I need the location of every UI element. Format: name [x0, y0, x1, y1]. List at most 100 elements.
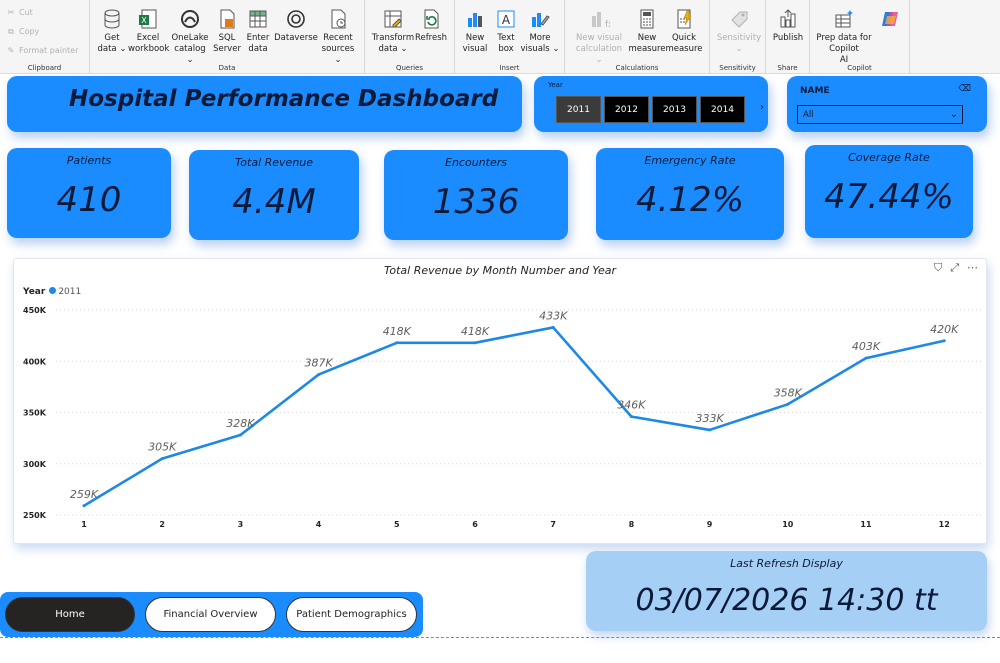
copilot-group: Prep data for Copilot AI Copilot [810, 0, 910, 74]
svg-text:X: X [141, 16, 147, 25]
excel-workbook-button[interactable]: X Excel workbook [128, 8, 169, 55]
year-option-2013[interactable]: 2013 [652, 96, 697, 123]
name-slicer: NAME ⌫ All ⌄ [787, 76, 987, 132]
more-options-icon[interactable]: ⋯ [967, 261, 978, 274]
kpi-value: 4.4M [232, 182, 316, 222]
dataverse-button[interactable]: Dataverse [274, 8, 318, 44]
year-slicer: Year 2011 2012 2013 2014 › [534, 76, 768, 132]
sensitivity-button[interactable]: Sensitivity ⌄ [716, 8, 762, 55]
data-group-label: Data [218, 64, 236, 72]
quick-measure-button[interactable]: Quick measure [664, 8, 704, 55]
y-tick-label: 450K [23, 306, 47, 315]
scissors-icon: ✂ [7, 8, 15, 17]
x-tick-label: 5 [394, 520, 400, 529]
data-label: 333K [695, 412, 724, 425]
sensitivity-group: Sensitivity ⌄ Sensitivity [710, 0, 766, 74]
refresh-button[interactable]: Refresh [411, 8, 451, 44]
copy-icon: ⧉ [8, 27, 14, 36]
database-icon [104, 9, 120, 29]
refresh-icon [424, 9, 439, 29]
nav-home-button[interactable]: Home [5, 597, 135, 632]
x-tick-label: 12 [939, 520, 950, 529]
nav-financial-overview-button[interactable]: Financial Overview [145, 597, 276, 632]
new-measure-button[interactable]: New measure [627, 8, 667, 55]
sensitivity-label-2: ⌄ [735, 44, 743, 54]
svg-text:fx: fx [605, 20, 610, 30]
prep-data-copilot-button[interactable]: Prep data for Copilot AI [814, 8, 874, 66]
nav-patient-demographics-button[interactable]: Patient Demographics [286, 597, 417, 632]
focus-mode-icon[interactable]: ⤢ [950, 261, 959, 274]
get-data-button[interactable]: Get data ⌄ [92, 8, 132, 55]
x-tick-label: 7 [550, 520, 556, 529]
kpi-label: Emergency Rate [644, 154, 736, 167]
year-option-2014[interactable]: 2014 [700, 96, 745, 123]
enter-data-button[interactable]: Enter data [238, 8, 278, 55]
kpi-label: Total Revenue [234, 156, 314, 169]
data-point [160, 457, 164, 461]
more-visuals-button[interactable]: More visuals ⌄ [520, 8, 560, 55]
sensitivity-label-icon [731, 11, 748, 28]
x-tick-label: 3 [238, 520, 244, 529]
data-point [942, 339, 946, 343]
text-box-icon: A [497, 10, 515, 28]
data-label: 346K [617, 399, 646, 412]
copy-button[interactable]: ⧉ Copy [6, 25, 39, 39]
prep-data-icon [835, 10, 853, 28]
data-point [708, 428, 712, 432]
data-label: 403K [852, 340, 881, 353]
new-visual-label-2: visual [462, 44, 488, 54]
revenue-line-chart[interactable]: 250K 300K 350K 400K 450K 1 2 3 4 5 6 7 8 9 10 11 12 259K 3… [13, 258, 987, 544]
data-point [864, 356, 868, 360]
copilot-icon [882, 12, 898, 26]
onelake-label-2: catalog ⌄ [174, 44, 206, 65]
copilot-button[interactable] [874, 8, 906, 33]
text-box-label-1: Text [497, 33, 515, 43]
format-painter-button[interactable]: ✎ Format painter [6, 44, 79, 58]
publish-button[interactable]: Publish [768, 8, 808, 44]
year-option-2011[interactable]: 2011 [556, 96, 601, 123]
data-label: 305K [148, 441, 177, 454]
sensitivity-label-1: Sensitivity [716, 33, 762, 43]
transform-data-button[interactable]: Transform data ⌄ [371, 8, 415, 55]
x-tick-label: 6 [472, 520, 478, 529]
filter-icon[interactable]: ⛉ [934, 261, 942, 274]
legend-item-2011[interactable]: 2011 [58, 287, 81, 297]
kpi-label: Patients [66, 154, 112, 167]
last-refresh-label: Last Refresh Display [730, 557, 843, 570]
name-dropdown[interactable]: All ⌄ [797, 105, 963, 124]
cut-button[interactable]: ✂ Cut [6, 6, 33, 20]
transform-icon [384, 10, 402, 28]
data-label: 418K [461, 325, 490, 338]
name-slicer-label: NAME [800, 86, 830, 96]
calculator-icon [640, 9, 654, 29]
bar-chart-icon [468, 13, 482, 27]
data-label: 259K [70, 488, 99, 501]
new-visual-calc-label-2: calculation ⌄ [575, 44, 623, 65]
y-tick-label: 350K [23, 409, 47, 418]
year-option-2012[interactable]: 2012 [604, 96, 649, 123]
kpi-label: Coverage Rate [848, 151, 930, 164]
new-visual-calculation-button[interactable]: fx New visualcalculation ⌄ [573, 8, 625, 66]
publish-icon [780, 9, 796, 28]
recent-sources-button[interactable]: Recent sources ⌄ [318, 8, 358, 66]
chart-legend: Year 2011 [23, 287, 81, 297]
chart-toolbar: ⛉ ⤢ ⋯ [926, 261, 978, 275]
prep-data-label-1: Prep data for Copilot [816, 33, 872, 54]
new-visual-label-1: New [465, 33, 485, 43]
kpi-value: 1336 [432, 182, 520, 222]
new-visual-calc-label-1: New visual [575, 33, 623, 43]
clear-selection-icon[interactable]: ⌫ [958, 84, 971, 94]
last-refresh-card: Last Refresh Display 03/07/2026 14:30 tt [586, 551, 987, 631]
sql-label-2: Server [213, 44, 241, 54]
data-point [395, 341, 399, 345]
kpi-card-emergency-rate: Emergency Rate 4.12% [596, 148, 784, 240]
kpi-label: Encounters [445, 156, 507, 169]
recent-label-1: Recent [323, 33, 353, 43]
excel-label-1: Excel [136, 33, 160, 43]
chart-title: Total Revenue by Month Number and Year [384, 264, 616, 277]
transform-label-1: Transform [371, 33, 415, 43]
sql-label-1: SQL [218, 33, 236, 43]
onelake-catalog-button[interactable]: OneLake catalog ⌄ [170, 8, 210, 66]
chevron-right-icon[interactable]: › [760, 102, 764, 113]
data-label: 418K [383, 325, 412, 338]
